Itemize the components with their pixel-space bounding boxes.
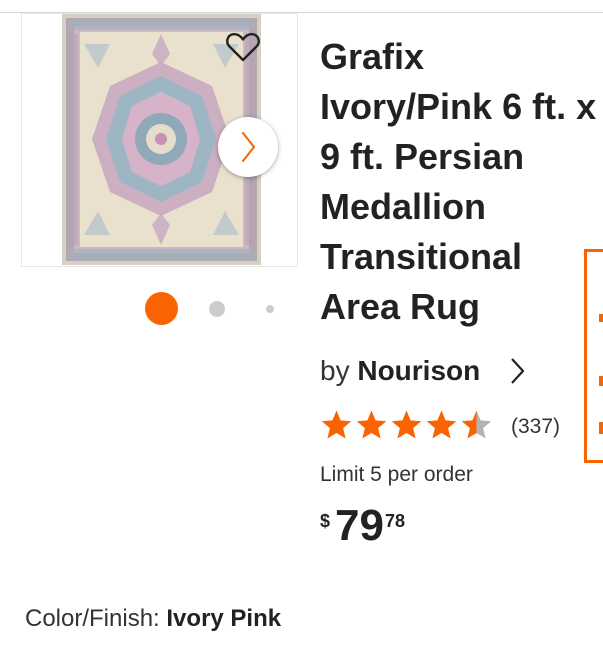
feedback-tab-mark [599, 422, 603, 434]
gallery-dot[interactable] [209, 301, 225, 317]
price-currency: $ [320, 511, 331, 531]
color-label: Color/Finish: [25, 605, 160, 632]
star-icon [426, 410, 457, 439]
color-value: Ivory Pink [166, 605, 282, 632]
brand-prefix: by [320, 355, 350, 386]
order-limit: Limit 5 per order [320, 463, 473, 486]
color-finish: Color/Finish: Ivory Pink [25, 604, 281, 634]
chevron-right-icon [511, 358, 525, 384]
brand-link[interactable]: by Nourison [320, 354, 525, 388]
chevron-right-icon [242, 132, 255, 162]
star-icon [391, 410, 422, 439]
star-icon [461, 410, 492, 439]
price-cents: 78 [385, 511, 406, 531]
feedback-tab[interactable] [584, 249, 603, 463]
star-icon [321, 410, 352, 439]
heart-icon [226, 32, 260, 62]
feedback-tab-mark [599, 314, 603, 322]
product-image-gallery[interactable] [21, 13, 298, 267]
favorite-button[interactable] [225, 31, 261, 63]
feedback-tab-mark [599, 376, 603, 386]
price-dollars: 79 [335, 501, 384, 550]
gallery-dot-active[interactable] [145, 292, 178, 325]
next-image-button[interactable] [218, 117, 278, 177]
rating-stars[interactable] [319, 407, 499, 445]
review-count[interactable]: (337) [511, 414, 560, 440]
gallery-dot[interactable] [266, 305, 274, 313]
product-title: Grafix Ivory/Pink 6 ft. x 9 ft. Persian … [320, 36, 597, 327]
brand-name[interactable]: Nourison [357, 355, 480, 386]
star-icon [356, 410, 387, 439]
